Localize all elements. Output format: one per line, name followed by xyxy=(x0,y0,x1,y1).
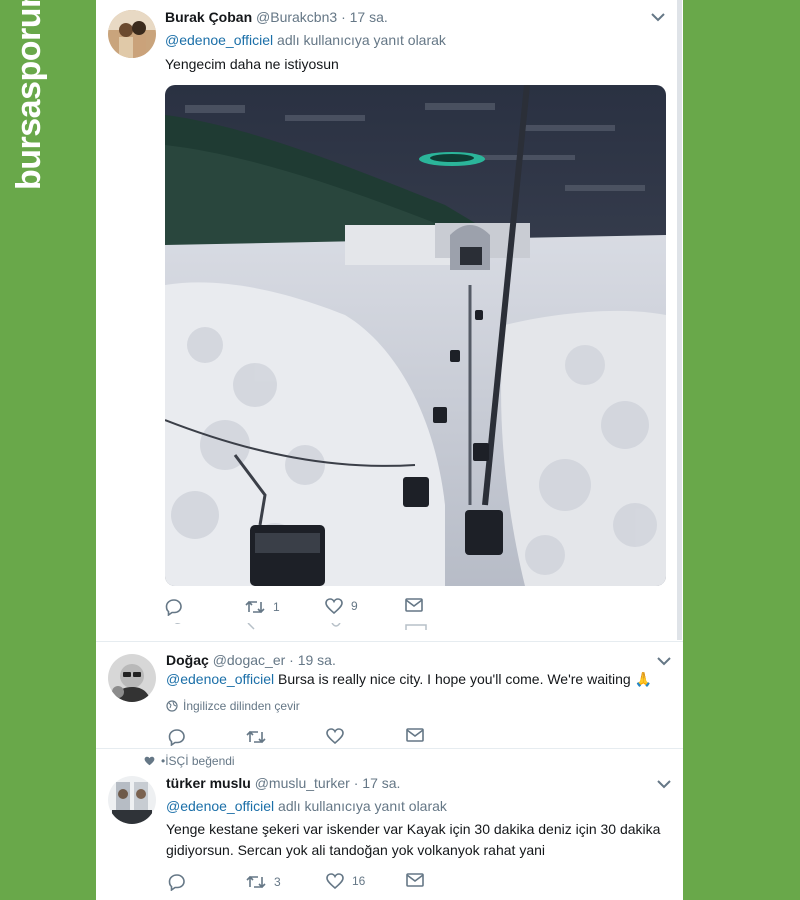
chevron-down-icon[interactable] xyxy=(657,656,671,666)
like-button[interactable]: 9 xyxy=(325,598,358,614)
reply-suffix: adlı kullanıcıya yanıt olarak xyxy=(278,798,447,814)
brand-logo: bursasporum xyxy=(10,0,48,190)
tweet-time[interactable]: · 17 sa. xyxy=(341,9,388,25)
like-count: 16 xyxy=(352,874,366,888)
liked-by-label[interactable]: •İSÇİ beğendi xyxy=(161,754,235,768)
tweet-photo-cable-car[interactable] xyxy=(165,85,666,586)
dm-button[interactable] xyxy=(406,728,424,742)
reply-context: @edenoe_officiel adlı kullanıcıya yanıt … xyxy=(165,32,446,48)
tweet-time[interactable]: · 17 sa. xyxy=(354,775,401,791)
chevron-down-icon[interactable] xyxy=(651,12,665,22)
tweet-text: @edenoe_officiel Bursa is really nice ci… xyxy=(166,669,652,690)
heart-icon xyxy=(326,873,344,889)
tweet-header: türker muslu @muslu_turker · 17 sa. xyxy=(166,775,400,791)
mention[interactable]: @edenoe_officiel xyxy=(166,671,274,687)
translate-label[interactable]: İngilizce dilinden çevir xyxy=(183,699,300,713)
heart-icon xyxy=(325,598,343,614)
envelope-icon xyxy=(406,728,424,742)
author-name[interactable]: Doğaç xyxy=(166,652,209,668)
author-name[interactable]: Burak Çoban xyxy=(165,9,252,25)
tweet-header: Doğaç @dogac_er · 19 sa. xyxy=(166,652,336,668)
avatar-turker[interactable] xyxy=(108,776,156,824)
envelope-icon xyxy=(406,873,424,887)
reply-button[interactable] xyxy=(168,728,186,746)
like-button[interactable] xyxy=(326,728,344,744)
envelope-icon xyxy=(405,598,423,612)
tweet-actions: 3 16 xyxy=(168,873,568,893)
right-green-panel xyxy=(683,0,800,900)
like-count: 9 xyxy=(351,599,358,613)
tweet-text: Yengecim daha ne istiyosun xyxy=(165,56,339,72)
dm-button[interactable] xyxy=(406,873,424,887)
author-handle[interactable]: @muslu_turker xyxy=(255,775,350,791)
reply-button[interactable] xyxy=(168,873,186,891)
retweet-count: 1 xyxy=(273,600,280,614)
retweet-button[interactable] xyxy=(246,728,266,746)
heart-icon xyxy=(326,728,344,744)
tweet-header: Burak Çoban @Burakcbn3 · 17 sa. xyxy=(165,9,388,25)
tweet-text: Yenge kestane şekeri var iskender var Ka… xyxy=(166,819,676,861)
reply-mention[interactable]: @edenoe_officiel xyxy=(166,798,274,814)
reply-icon xyxy=(168,729,185,746)
tweet-body: Bursa is really nice city. I hope you'll… xyxy=(278,671,631,687)
author-handle[interactable]: @Burakcbn3 xyxy=(256,9,337,25)
tweet-actions: 1 9 xyxy=(165,598,565,618)
retweet-count: 3 xyxy=(274,875,281,889)
scroll-artifact xyxy=(96,620,683,630)
reply-context: @edenoe_officiel adlı kullanıcıya yanıt … xyxy=(166,798,447,814)
retweet-icon xyxy=(246,875,266,889)
retweet-icon xyxy=(246,730,266,744)
retweet-button[interactable]: 3 xyxy=(246,873,281,891)
reply-icon xyxy=(165,599,182,616)
heart-filled-icon xyxy=(144,756,155,766)
tweet-feed: Burak Çoban @Burakcbn3 · 17 sa. @edenoe_… xyxy=(96,0,683,900)
retweet-icon xyxy=(245,600,265,614)
tweet-text-line-1: Yenge kestane şekeri var iskender var Ka… xyxy=(166,821,661,837)
reply-suffix: adlı kullanıcıya yanıt olarak xyxy=(277,32,446,48)
tweet-turker[interactable]: •İSÇİ beğendi türker muslu @muslu_turker… xyxy=(96,749,683,900)
author-name[interactable]: türker muslu xyxy=(166,775,251,791)
author-handle[interactable]: @dogac_er xyxy=(213,652,286,668)
reply-icon xyxy=(168,874,185,891)
like-button[interactable]: 16 xyxy=(326,873,365,889)
globe-icon xyxy=(166,700,178,712)
chevron-down-icon[interactable] xyxy=(657,779,671,789)
scrollbar[interactable] xyxy=(677,0,682,640)
dm-button[interactable] xyxy=(405,598,423,612)
reply-button[interactable] xyxy=(165,598,183,616)
tweet-burak[interactable]: Burak Çoban @Burakcbn3 · 17 sa. @edenoe_… xyxy=(96,0,683,640)
avatar-burak[interactable] xyxy=(108,10,156,58)
left-green-panel: bursasporum xyxy=(0,0,96,900)
liked-by-context: •İSÇİ beğendi xyxy=(144,754,235,768)
tweet-actions xyxy=(168,728,568,748)
pray-emoji: 🙏 xyxy=(634,671,653,687)
tweet-text-line-2: gidiyorsun. Sercan yok ali tandoğan yok … xyxy=(166,842,545,858)
tweet-dogac[interactable]: Doğaç @dogac_er · 19 sa. @edenoe_officie… xyxy=(96,642,683,747)
retweet-button[interactable]: 1 xyxy=(245,598,280,616)
avatar-dogac[interactable] xyxy=(108,654,156,702)
translate-link[interactable]: İngilizce dilinden çevir xyxy=(166,699,300,713)
reply-mention[interactable]: @edenoe_officiel xyxy=(165,32,273,48)
tweet-time[interactable]: · 19 sa. xyxy=(289,652,336,668)
